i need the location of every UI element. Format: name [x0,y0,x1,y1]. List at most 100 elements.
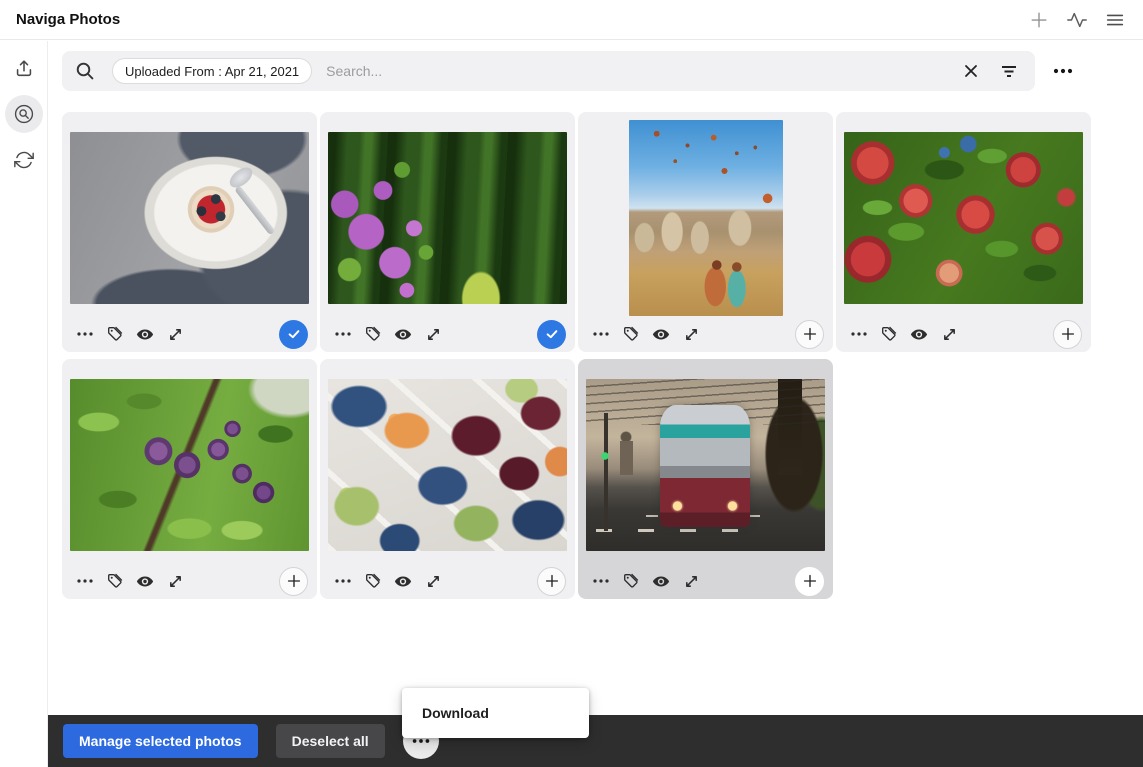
photo-expand-button[interactable] [166,572,184,590]
photo-thumbnail[interactable] [586,120,825,316]
photo-expand-button[interactable] [424,325,442,343]
filter-icon [999,61,1019,81]
tags-icon [880,325,898,343]
selection-bar: Manage selected photos Deselect all [48,715,1143,767]
manage-selected-button[interactable]: Manage selected photos [63,724,258,758]
photo-image-berries [328,379,567,551]
menu-icon [1104,9,1126,31]
card-actions [320,316,575,352]
photo-more-button[interactable] [334,325,352,343]
expand-icon [425,326,442,343]
photo-preview-button[interactable] [136,572,154,590]
plus-icon [801,325,819,343]
photo-more-button[interactable] [592,572,610,590]
photo-preview-button[interactable] [394,325,412,343]
photo-preview-button[interactable] [394,572,412,590]
search-input[interactable] [326,63,957,79]
photo-selected-button[interactable] [537,320,566,349]
expand-icon [683,573,700,590]
activity-button[interactable] [1065,8,1089,32]
photo-image-tram [586,379,825,551]
photo-card-plums [62,359,317,599]
search-icon [74,60,96,82]
activity-icon [1066,9,1088,31]
tags-icon [622,325,640,343]
deselect-all-button[interactable]: Deselect all [276,724,385,758]
card-actions [62,563,317,599]
photo-add-button[interactable] [795,320,824,349]
photo-image-apples [844,132,1083,304]
photo-image-plums [70,379,309,551]
photo-thumbnail[interactable] [844,120,1083,316]
photo-card-berries [320,359,575,599]
photo-search-button[interactable] [5,95,43,133]
photo-add-button[interactable] [1053,320,1082,349]
filter-button[interactable] [995,57,1023,85]
card-actions [62,316,317,352]
photo-selected-button[interactable] [279,320,308,349]
photo-tags-button[interactable] [622,572,640,590]
photo-thumbnail[interactable] [70,367,309,563]
tags-icon [106,572,124,590]
photo-add-button[interactable] [279,567,308,596]
add-button[interactable] [1027,8,1051,32]
photo-preview-button[interactable] [652,325,670,343]
tags-icon [364,325,382,343]
clear-search-button[interactable] [957,57,985,85]
upload-icon [13,57,35,79]
expand-icon [683,326,700,343]
photo-preview-button[interactable] [136,325,154,343]
photo-tags-button[interactable] [880,325,898,343]
menu-button[interactable] [1103,8,1127,32]
more-icon [592,325,610,343]
upload-button[interactable] [5,49,43,87]
sync-icon [14,150,34,170]
header-actions [1027,8,1127,32]
photo-thumbnail[interactable] [328,367,567,563]
photo-preview-button[interactable] [652,572,670,590]
search-filter-chip[interactable]: Uploaded From : Apr 21, 2021 [112,58,312,84]
preview-eye-icon [136,572,154,591]
photo-thumbnail[interactable] [586,367,825,563]
photo-preview-button[interactable] [910,325,928,343]
card-actions [836,316,1091,352]
more-icon [334,325,352,343]
photo-tags-button[interactable] [622,325,640,343]
photo-tags-button[interactable] [106,325,124,343]
download-menu-item[interactable]: Download [402,688,589,738]
preview-eye-icon [652,325,670,344]
tags-icon [364,572,382,590]
photo-image-dessert [70,132,309,304]
sync-button[interactable] [5,141,43,179]
check-icon [544,326,560,342]
photo-image-lilac [328,132,567,304]
photo-expand-button[interactable] [166,325,184,343]
expand-icon [425,573,442,590]
sidebar [0,41,48,767]
photo-card-dessert [62,112,317,352]
photo-thumbnail[interactable] [328,120,567,316]
expand-icon [941,326,958,343]
photo-expand-button[interactable] [424,572,442,590]
check-icon [286,326,302,342]
more-icon [76,572,94,590]
photo-tags-button[interactable] [364,325,382,343]
photo-add-button[interactable] [795,567,824,596]
photo-expand-button[interactable] [682,572,700,590]
photo-more-button[interactable] [592,325,610,343]
photo-more-button[interactable] [334,572,352,590]
photo-card-lilac [320,112,575,352]
photo-more-button[interactable] [76,572,94,590]
photo-add-button[interactable] [537,567,566,596]
app-header: Naviga Photos [0,0,1143,40]
preview-eye-icon [394,572,412,591]
search-more-button[interactable] [1048,56,1078,86]
photo-expand-button[interactable] [940,325,958,343]
plus-icon [801,572,819,590]
photo-tags-button[interactable] [106,572,124,590]
photo-more-button[interactable] [76,325,94,343]
photo-thumbnail[interactable] [70,120,309,316]
photo-expand-button[interactable] [682,325,700,343]
photo-tags-button[interactable] [364,572,382,590]
photo-more-button[interactable] [850,325,868,343]
